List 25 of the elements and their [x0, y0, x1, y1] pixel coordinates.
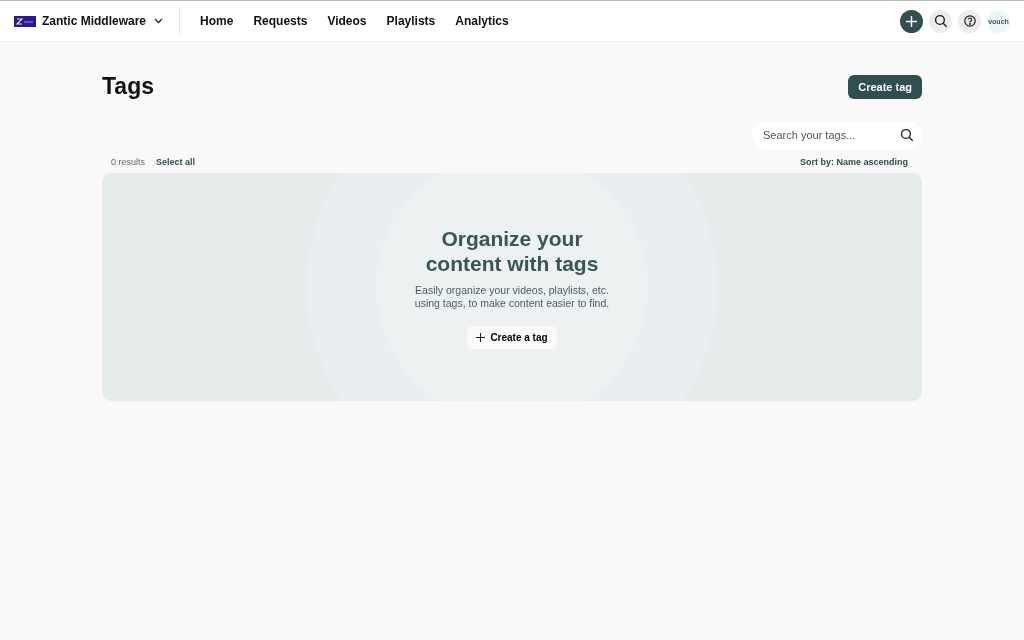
- nav-link[interactable]: Analytics: [455, 14, 509, 28]
- results-count: 0 results: [111, 157, 145, 167]
- search-icon: [933, 14, 948, 28]
- create-tag-button[interactable]: Create tag: [848, 74, 922, 99]
- nav-link[interactable]: Videos: [327, 14, 367, 28]
- sort-button[interactable]: Sort by: Name ascending: [799, 157, 908, 167]
- workspace-logo: [14, 15, 36, 27]
- plus-icon: [906, 15, 917, 27]
- nav-link[interactable]: Home: [200, 14, 234, 28]
- chevron-down-icon: [154, 18, 164, 24]
- create-a-tag-button[interactable]: Create a tag: [467, 325, 557, 349]
- nav-link[interactable]: Playlists: [386, 14, 436, 28]
- empty-state-heading: Organize your content with tags: [424, 225, 600, 276]
- search-field[interactable]: Search your tags...: [752, 121, 922, 149]
- help-button[interactable]: [958, 9, 981, 33]
- select-all-link[interactable]: Select all: [156, 157, 196, 167]
- plus-icon: [476, 332, 486, 342]
- help-icon: [963, 15, 976, 27]
- search-icon: [900, 128, 914, 142]
- add-button[interactable]: [900, 9, 923, 33]
- page-title: Tags: [102, 73, 154, 100]
- empty-state-description: Easily organize your videos, playlists, etc. using tags, to make content easier to find.: [413, 283, 611, 310]
- search-button[interactable]: [929, 9, 952, 33]
- workspace-switcher[interactable]: Zantic Middleware: [42, 14, 164, 28]
- nav-link[interactable]: Requests: [253, 14, 308, 28]
